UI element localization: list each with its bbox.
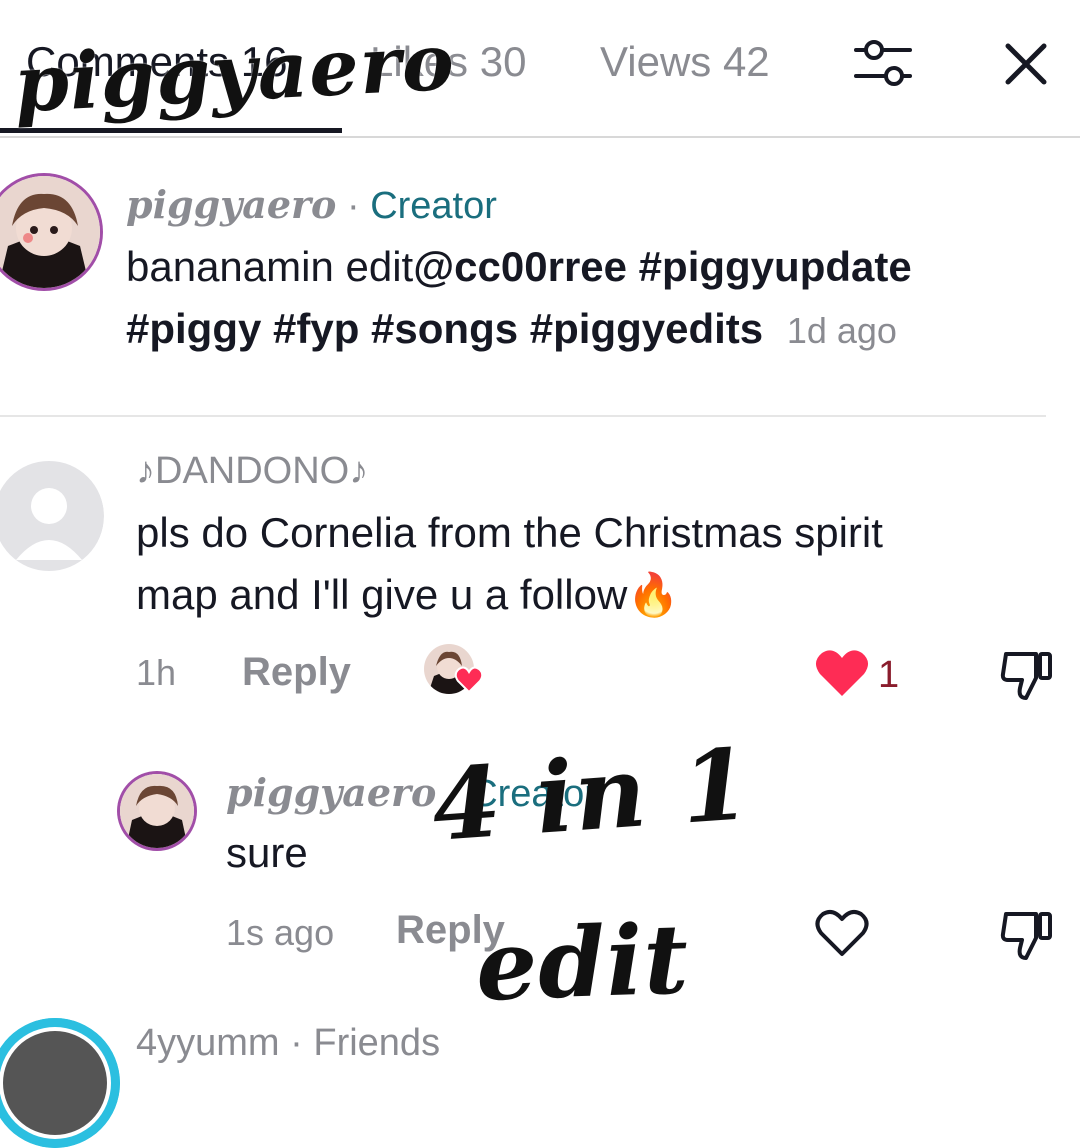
next-username[interactable]: 4yyumm xyxy=(136,1022,280,1064)
caption-hashtags-1[interactable]: @cc00rree #piggyupdate xyxy=(413,243,911,290)
creator-caption: bananamin edit@cc00rree #piggyupdate #pi… xyxy=(126,236,1066,362)
close-button[interactable] xyxy=(998,36,1054,92)
heart-outline-icon xyxy=(815,909,869,956)
dislike-button[interactable] xyxy=(1000,648,1056,702)
sliders-icon xyxy=(854,40,912,86)
caption-time: 1d ago xyxy=(786,310,897,351)
separator: · xyxy=(336,185,371,227)
creator-username[interactable]: piggyaero xyxy=(126,182,336,227)
avatar-image xyxy=(0,176,100,288)
header-divider xyxy=(0,136,1080,138)
friends-tag: Friends xyxy=(313,1022,441,1064)
overlay-line-1: 4 in 1 xyxy=(428,727,755,864)
filter-button[interactable] xyxy=(850,34,916,92)
friend-avatar[interactable] xyxy=(0,1018,120,1148)
creator-tag: Creator xyxy=(370,185,497,227)
overlay-line-2: edit xyxy=(474,902,691,1023)
like-count: 1 xyxy=(878,654,900,696)
creator-avatar[interactable] xyxy=(0,176,100,288)
commenter-username[interactable]: ♪DANDONO♪ xyxy=(136,450,368,493)
like-button[interactable] xyxy=(814,648,870,698)
tab-views[interactable]: Views 42 xyxy=(600,38,780,86)
reply-dislike-button[interactable] xyxy=(1000,908,1056,962)
thumbs-down-icon xyxy=(1000,652,1052,700)
heart-filled-icon xyxy=(815,650,869,696)
reply-like-button[interactable] xyxy=(814,908,870,958)
thumbs-down-icon xyxy=(1000,912,1052,960)
reply-username[interactable]: piggyaero xyxy=(226,770,436,815)
fire-emoji: 🔥 xyxy=(627,571,680,618)
active-tab-indicator xyxy=(0,128,342,133)
commenter-avatar[interactable] xyxy=(0,460,104,572)
comment-time: 1h xyxy=(136,652,177,693)
next-username-line: 4yyumm · Friends xyxy=(136,1022,440,1065)
comment-line-1: pls do Cornelia from the Christmas spiri… xyxy=(136,509,883,556)
reply-time: 1s ago xyxy=(226,912,335,953)
avatar-image xyxy=(120,774,194,848)
reply-button[interactable]: Reply xyxy=(242,650,351,695)
close-icon xyxy=(1005,43,1047,85)
separator: · xyxy=(279,1022,314,1064)
caption-hashtags-2[interactable]: #piggy #fyp #songs #piggyedits xyxy=(126,305,763,352)
default-avatar-icon xyxy=(0,461,104,571)
heart-badge-icon xyxy=(454,666,484,694)
reply-text: sure xyxy=(226,829,308,876)
reply-avatar[interactable] xyxy=(120,774,194,848)
avatar-image xyxy=(0,1018,120,1148)
creator-username-line: piggyaero · Creator xyxy=(126,182,497,228)
caption-text: bananamin edit xyxy=(126,243,414,290)
comment-line-2: map and I'll give u a follow xyxy=(136,571,628,618)
comment-text: pls do Cornelia from the Christmas spiri… xyxy=(136,502,1076,626)
section-divider xyxy=(0,415,1046,417)
